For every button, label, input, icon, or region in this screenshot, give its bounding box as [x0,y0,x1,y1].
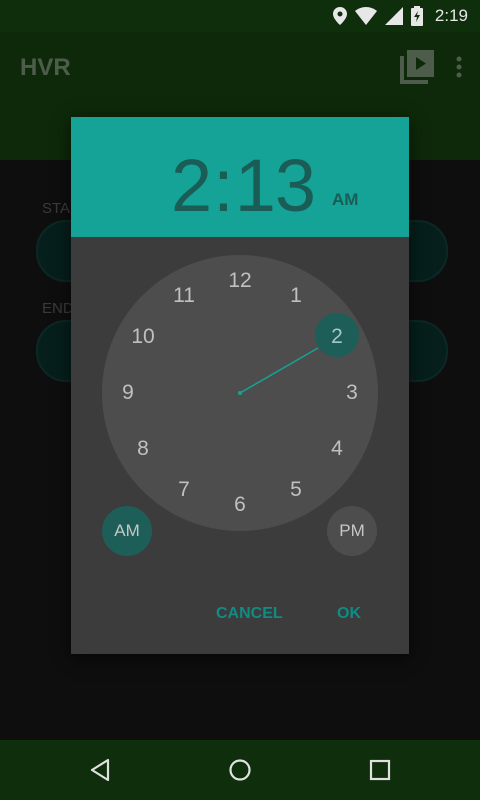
minute-value[interactable]: 13 [235,143,316,228]
location-icon [332,7,347,25]
recents-icon[interactable] [368,758,392,782]
clock-number-9[interactable]: 9 [108,381,148,405]
clock-face[interactable]: 12 1 2 3 4 5 6 7 8 9 10 11 [102,255,378,531]
status-icons: 2:19 [332,0,468,32]
time-display: 2 : 13 [171,143,316,228]
cancel-button[interactable]: CANCEL [216,605,283,623]
clock-number-7[interactable]: 7 [164,478,204,502]
status-time: 2:19 [434,6,468,25]
back-icon[interactable] [88,758,112,782]
hour-value[interactable]: 2 [171,143,212,228]
wifi-icon [354,7,377,25]
cell-signal-icon [384,7,403,25]
battery-icon [410,6,423,26]
clock-number-2[interactable]: 2 [317,325,357,349]
am-button[interactable]: AM [102,506,152,556]
clock-number-4[interactable]: 4 [317,437,357,461]
pm-button[interactable]: PM [327,506,377,556]
home-icon[interactable] [228,758,252,782]
clock-number-5[interactable]: 5 [276,478,316,502]
ok-button[interactable]: OK [337,605,361,623]
navigation-bar [0,740,480,800]
clock-number-6[interactable]: 6 [220,493,260,517]
ampm-indicator[interactable]: AM [332,190,358,210]
clock-number-11[interactable]: 11 [164,284,204,308]
clock-number-10[interactable]: 10 [123,325,163,349]
time-picker-header: 2 : 13 AM [71,117,409,237]
clock-number-3[interactable]: 3 [332,381,372,405]
time-separator: : [213,144,234,227]
status-bar: 2:19 [0,0,480,32]
clock-number-12[interactable]: 12 [220,269,260,293]
clock-number-1[interactable]: 1 [276,284,316,308]
clock-number-8[interactable]: 8 [123,437,163,461]
time-picker-dialog: 2 : 13 AM 12 1 2 3 4 5 6 7 8 9 10 11 AM PM CANCEL O… [71,117,409,654]
